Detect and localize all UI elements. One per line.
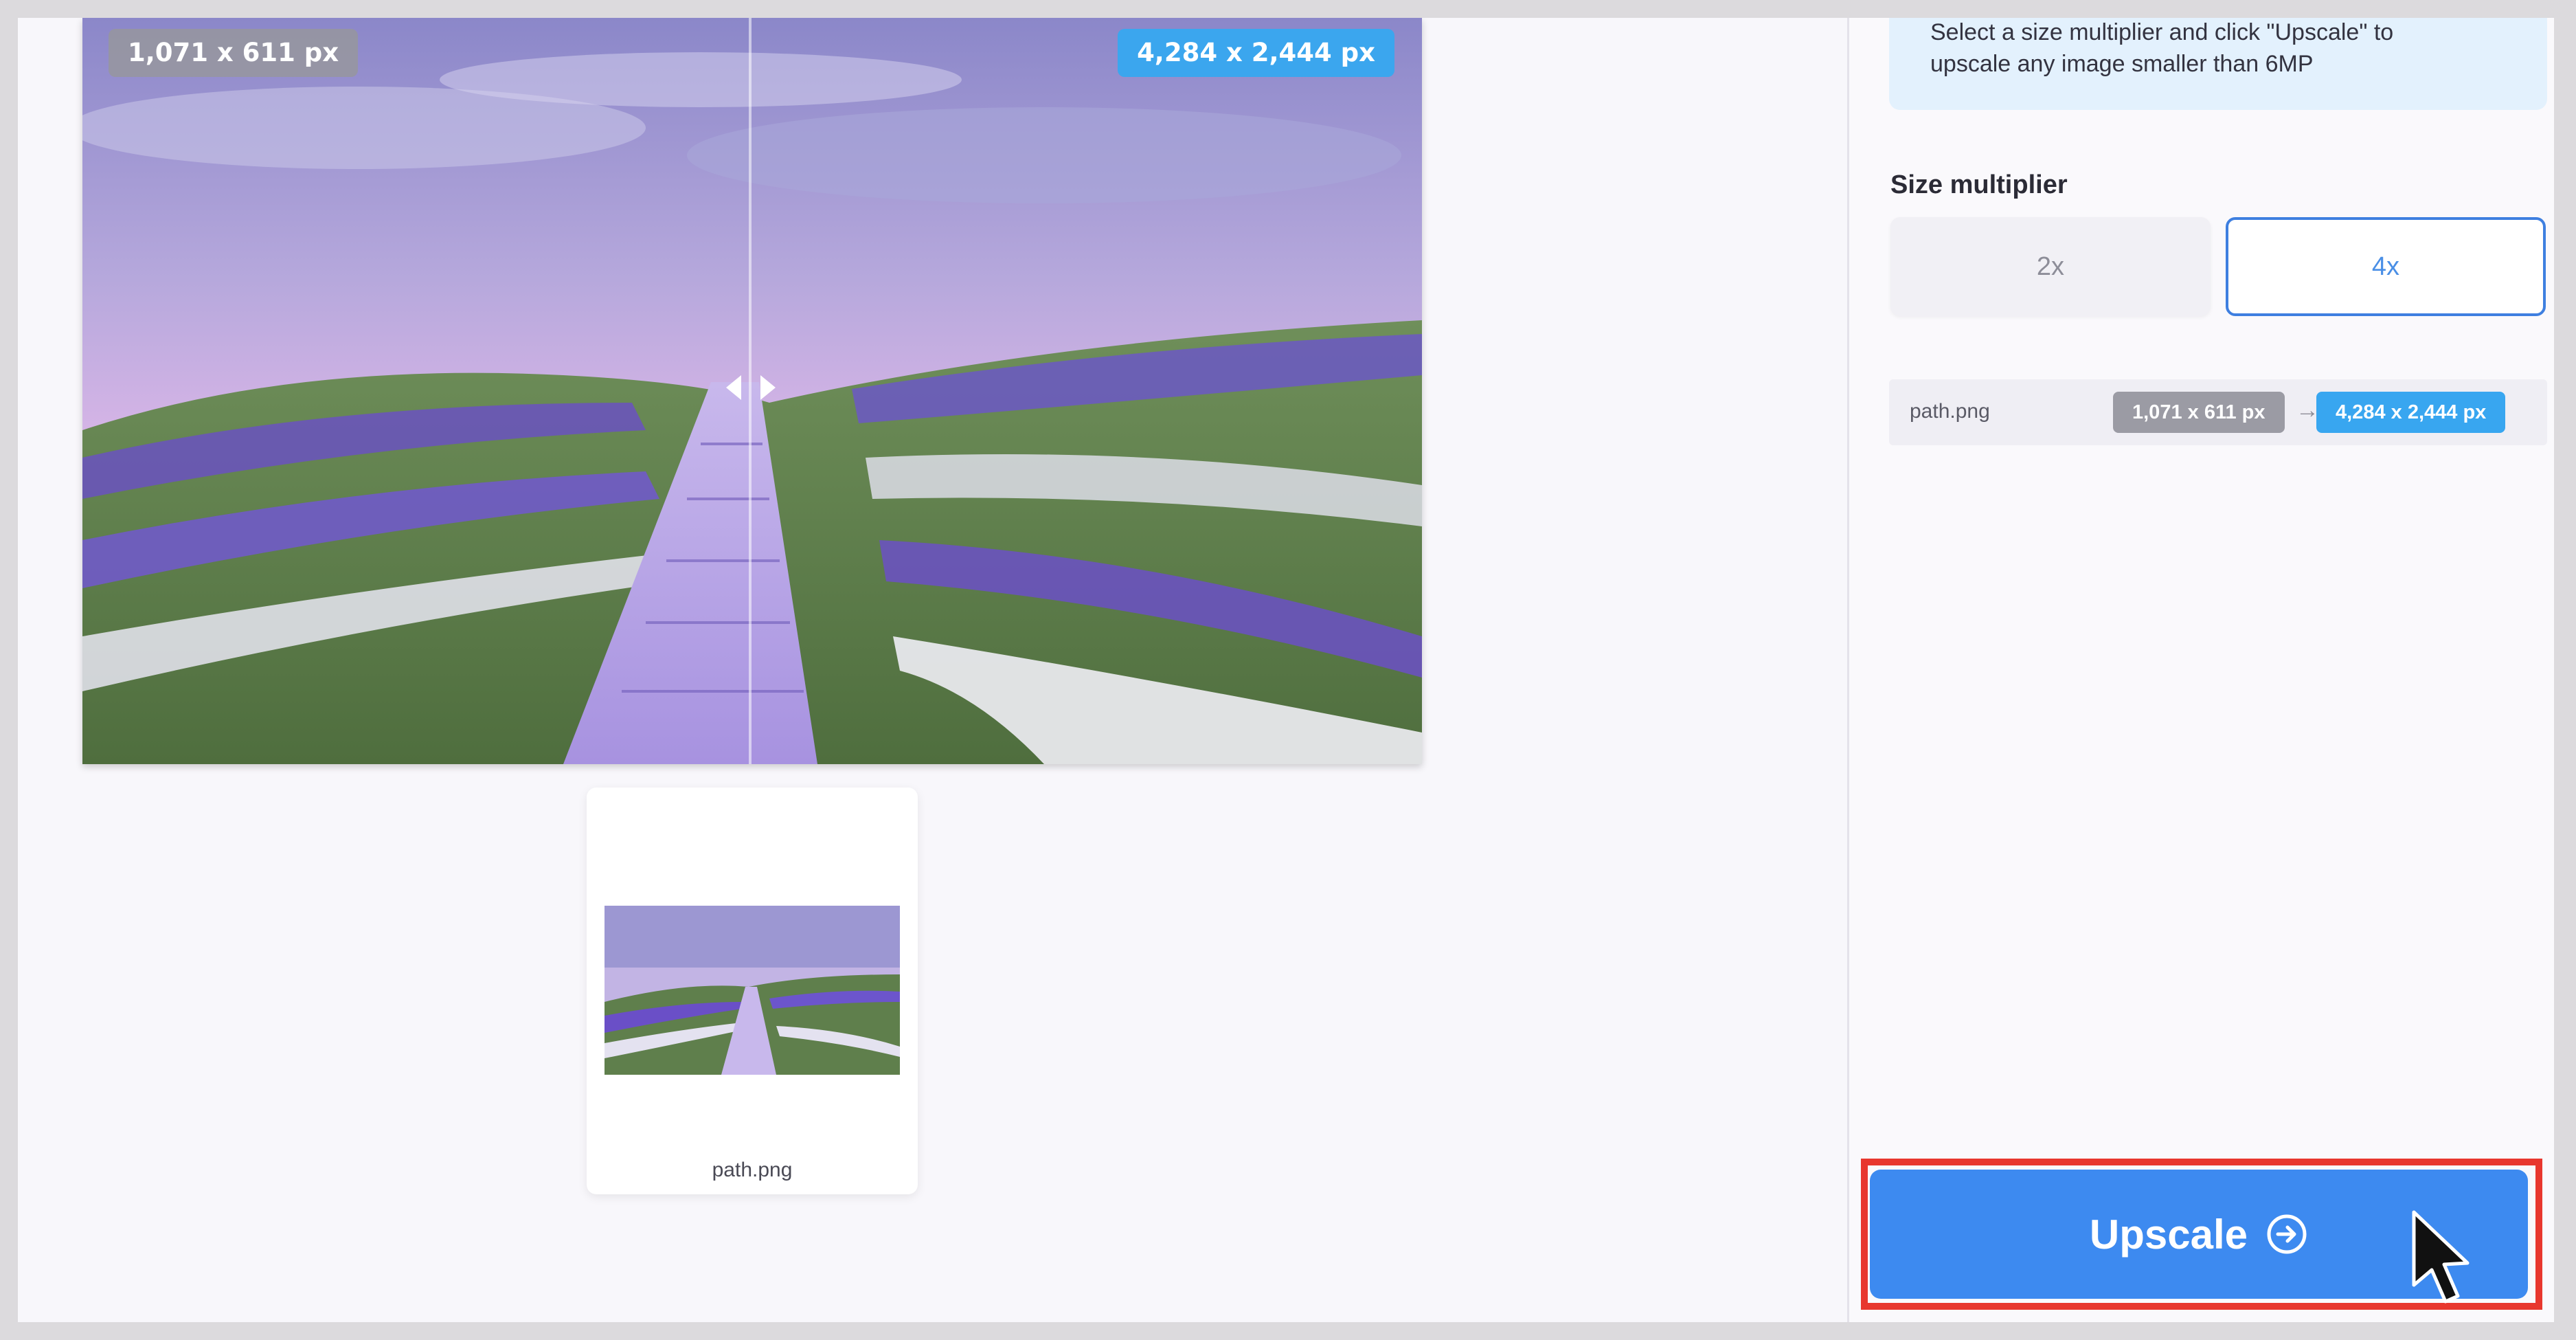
comparison-preview[interactable]: 1,071 x 611 px 4,284 x 2,444 px	[82, 18, 1422, 764]
chevron-left-icon[interactable]	[720, 367, 747, 408]
file-row-upscaled-size: 4,284 x 2,444 px	[2316, 392, 2506, 433]
mouse-cursor-icon	[2412, 1210, 2470, 1304]
info-text-line2: upscale any image smaller than 6MP	[1930, 51, 2314, 77]
original-size-badge: 1,071 x 611 px	[109, 29, 359, 77]
info-box: Select a size multiplier and click "Upsc…	[1889, 18, 2547, 110]
thumbnail-file-name: path.png	[712, 1159, 793, 1181]
multiplier-2x-button[interactable]: 2x	[1890, 217, 2211, 316]
app-frame: 1,071 x 611 px 4,284 x 2,444 px path.png…	[18, 18, 2554, 1322]
arrow-right-icon: →	[2296, 397, 2319, 423]
upscaled-size-badge: 4,284 x 2,444 px	[1118, 29, 1394, 77]
landscape-image	[82, 18, 1422, 764]
size-multiplier-label: Size multiplier	[1890, 170, 2068, 199]
multiplier-4x-button[interactable]: 4x	[2226, 217, 2546, 316]
settings-panel: Select a size multiplier and click "Upsc…	[1847, 18, 2554, 1322]
file-row-name: path.png	[1910, 400, 1990, 423]
chevron-right-icon[interactable]	[754, 367, 782, 408]
file-row: path.png 1,071 x 611 px → 4,284 x 2,444 …	[1889, 379, 2547, 445]
upscale-button-label: Upscale	[2089, 1211, 2248, 1258]
arrow-right-circle-icon	[2267, 1214, 2307, 1254]
thumbnail-image	[605, 906, 900, 1075]
info-text-line1: Select a size multiplier and click "Upsc…	[1930, 19, 2394, 45]
file-row-original-size: 1,071 x 611 px	[2113, 392, 2285, 433]
comparison-divider[interactable]	[749, 18, 752, 764]
file-thumbnail-card[interactable]: path.png	[587, 788, 918, 1194]
